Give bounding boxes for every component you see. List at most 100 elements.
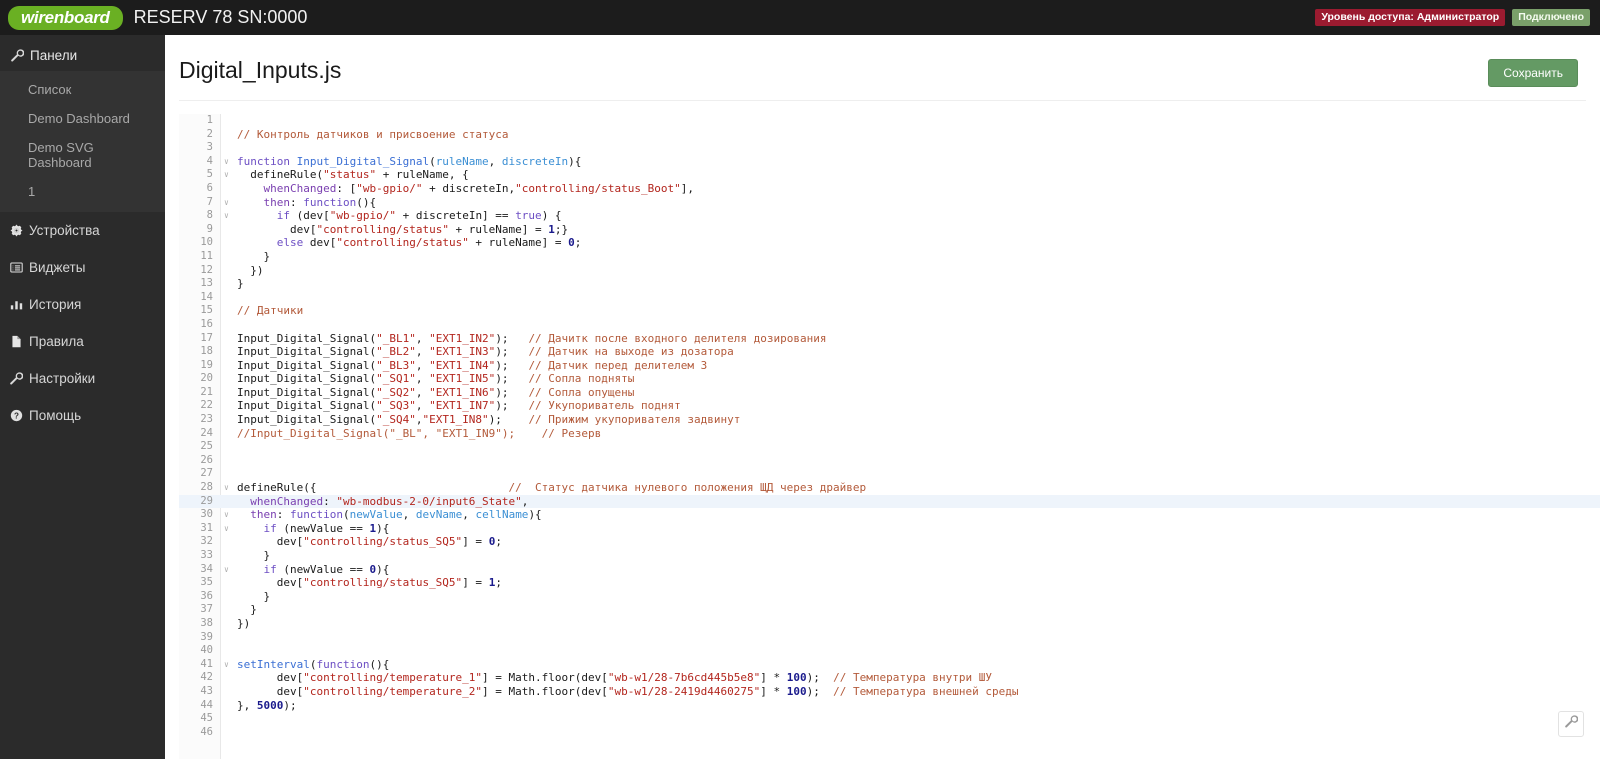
bar-chart-icon — [9, 298, 24, 311]
line-number: 29 — [200, 494, 213, 507]
code-line[interactable]: 34 ∨ if (newValue == 0){ — [179, 563, 1600, 577]
code-line[interactable]: 36 } — [179, 590, 1600, 604]
code-line[interactable]: 46 — [179, 726, 1600, 740]
code-line[interactable]: 21 Input_Digital_Signal("_SQ2", "EXT1_IN6… — [179, 386, 1600, 400]
chevron-down-icon[interactable]: ∨ — [224, 198, 231, 206]
code-line[interactable]: 26 — [179, 454, 1600, 468]
code-line[interactable]: 16 — [179, 318, 1600, 332]
code-line[interactable]: 29 whenChanged: "wb-modbus-2-0/input6_St… — [179, 494, 1600, 509]
code-line[interactable]: 3 — [179, 141, 1600, 155]
sidebar-item-label-history: История — [29, 297, 82, 312]
code-line[interactable]: 11 } — [179, 250, 1600, 264]
chevron-down-icon[interactable]: ∨ — [224, 157, 231, 165]
sidebar-item-panels[interactable]: Панели — [0, 41, 165, 71]
line-text: Input_Digital_Signal("_SQ3", "EXT1_IN7")… — [237, 399, 681, 413]
line-number: 46 — [200, 725, 213, 738]
svg-text:?: ? — [14, 411, 19, 420]
line-text: }, 5000); — [237, 698, 297, 712]
subnav-item-list[interactable]: Список — [0, 75, 165, 104]
code-editor[interactable]: 1 2 // Контроль датчиков и присвоение стат… — [179, 114, 1600, 759]
page-title: Digital_Inputs.js — [179, 57, 342, 83]
sidebar-item-help[interactable]: ? Помощь — [0, 397, 165, 434]
line-text: } — [237, 277, 244, 291]
code-line[interactable]: 35 dev["controlling/status_SQ5"] = 1; — [179, 576, 1600, 590]
code-line[interactable]: 23 Input_Digital_Signal("_SQ4","EXT1_IN8"… — [179, 413, 1600, 427]
subnav-item-demo-svg-dashboard[interactable]: Demo SVG Dashboard — [0, 133, 165, 177]
chevron-down-icon[interactable]: ∨ — [224, 565, 231, 573]
sidebar-item-history[interactable]: История — [0, 286, 165, 323]
chevron-down-icon[interactable]: ∨ — [224, 171, 231, 179]
code-line[interactable]: 15 // Датчики — [179, 304, 1600, 318]
code-line[interactable]: 18 Input_Digital_Signal("_BL2", "EXT1_IN3… — [179, 345, 1600, 359]
code-line[interactable]: 8 ∨ if (dev["wb-gpio/" + discreteIn] == t… — [179, 209, 1600, 223]
code-line[interactable]: 27 — [179, 467, 1600, 481]
code-line[interactable]: 2 // Контроль датчиков и присвоение стату… — [179, 128, 1600, 142]
chevron-down-icon[interactable]: ∨ — [224, 212, 231, 220]
code-line[interactable]: 37 } — [179, 603, 1600, 617]
line-number: 7 — [206, 195, 213, 208]
sidebar-item-devices[interactable]: Устройства — [0, 212, 165, 249]
page-header: Digital_Inputs.js Сохранить — [165, 35, 1600, 87]
chevron-down-icon[interactable]: ∨ — [224, 524, 231, 532]
line-text: Input_Digital_Signal("_SQ4","EXT1_IN8");… — [237, 413, 741, 427]
code-line[interactable]: 14 — [179, 291, 1600, 305]
line-number: 45 — [200, 712, 213, 725]
code-line[interactable]: 24 //Input_Digital_Signal("_BL", "EXT1_IN… — [179, 427, 1600, 441]
code-line[interactable]: 39 — [179, 631, 1600, 645]
code-line[interactable]: 12 }) — [179, 264, 1600, 278]
code-line[interactable]: 30 ∨ then: function(newValue, devName, ce… — [179, 508, 1600, 522]
code-line[interactable]: 33 } — [179, 549, 1600, 563]
line-number: 5 — [206, 168, 213, 181]
editor-code-area[interactable]: 1 2 // Контроль датчиков и присвоение стат… — [179, 114, 1600, 759]
code-line[interactable]: 9 dev["controlling/status" + ruleName] =… — [179, 223, 1600, 237]
line-text: then: function(){ — [237, 195, 377, 209]
code-line[interactable]: 22 Input_Digital_Signal("_SQ3", "EXT1_IN7… — [179, 399, 1600, 413]
line-number: 19 — [200, 358, 213, 371]
code-line[interactable]: 20 Input_Digital_Signal("_SQ1", "EXT1_IN5… — [179, 372, 1600, 386]
code-line[interactable]: 40 — [179, 644, 1600, 658]
code-line[interactable]: 25 — [179, 440, 1600, 454]
line-number: 18 — [200, 345, 213, 358]
code-line[interactable]: 28 ∨ defineRule({ // Статус датчика нулево… — [179, 481, 1600, 495]
topbar-status-group: Уровень доступа: Администратор Подключен… — [1315, 9, 1590, 26]
code-line[interactable]: 42 dev["controlling/temperature_1"] = Ma… — [179, 671, 1600, 685]
chevron-down-icon[interactable]: ∨ — [224, 511, 231, 519]
code-line[interactable]: 13} — [179, 277, 1600, 291]
save-button[interactable]: Сохранить — [1488, 59, 1578, 87]
wirenboard-logo[interactable]: wirenboard — [8, 5, 123, 30]
code-line[interactable]: 41 ∨ setInterval(function(){ — [179, 658, 1600, 672]
sidebar-item-label-settings: Настройки — [29, 371, 96, 386]
line-number: 23 — [200, 413, 213, 426]
line-text: } — [237, 589, 271, 603]
line-number: 35 — [200, 576, 213, 589]
code-line[interactable]: 4 ∨ function Input_Digital_Signal(ruleName… — [179, 155, 1600, 169]
sidebar-item-settings[interactable]: Настройки — [0, 360, 165, 397]
code-line[interactable]: 38}) — [179, 617, 1600, 631]
wrench-icon — [1564, 715, 1578, 733]
code-line[interactable]: 45 — [179, 712, 1600, 726]
code-line[interactable]: 5 ∨ defineRule("status" + ruleName, { — [179, 168, 1600, 182]
code-line[interactable]: 31 ∨ if (newValue == 1){ — [179, 522, 1600, 536]
line-number: 9 — [206, 222, 213, 235]
line-text: Input_Digital_Signal("_BL1", "EXT1_IN2")… — [237, 331, 827, 345]
code-line[interactable]: 10 else dev["controlling/status" + ruleN… — [179, 236, 1600, 250]
line-number: 40 — [200, 644, 213, 657]
sidebar-item-widgets[interactable]: Виджеты — [0, 249, 165, 286]
line-number: 12 — [200, 263, 213, 276]
chevron-down-icon[interactable]: ∨ — [224, 484, 231, 492]
line-text: function Input_Digital_Signal(ruleName, … — [237, 154, 582, 168]
editor-settings-button[interactable] — [1558, 711, 1584, 737]
code-line[interactable]: 44}, 5000); — [179, 699, 1600, 713]
sidebar-item-rules[interactable]: Правила — [0, 323, 165, 360]
code-line[interactable]: 7 ∨ then: function(){ — [179, 196, 1600, 210]
code-line[interactable]: 17 Input_Digital_Signal("_BL1", "EXT1_IN2… — [179, 332, 1600, 346]
code-line[interactable]: 19 Input_Digital_Signal("_BL3", "EXT1_IN4… — [179, 359, 1600, 373]
code-line[interactable]: 43 dev["controlling/temperature_2"] = Ma… — [179, 685, 1600, 699]
code-line[interactable]: 1 — [179, 114, 1600, 128]
code-line[interactable]: 6 whenChanged: ["wb-gpio/" + discreteIn,… — [179, 182, 1600, 196]
line-number: 17 — [200, 331, 213, 344]
chevron-down-icon[interactable]: ∨ — [224, 660, 231, 668]
subnav-item-1[interactable]: 1 — [0, 177, 165, 206]
subnav-item-demo-dashboard[interactable]: Demo Dashboard — [0, 104, 165, 133]
code-line[interactable]: 32 dev["controlling/status_SQ5"] = 0; — [179, 535, 1600, 549]
